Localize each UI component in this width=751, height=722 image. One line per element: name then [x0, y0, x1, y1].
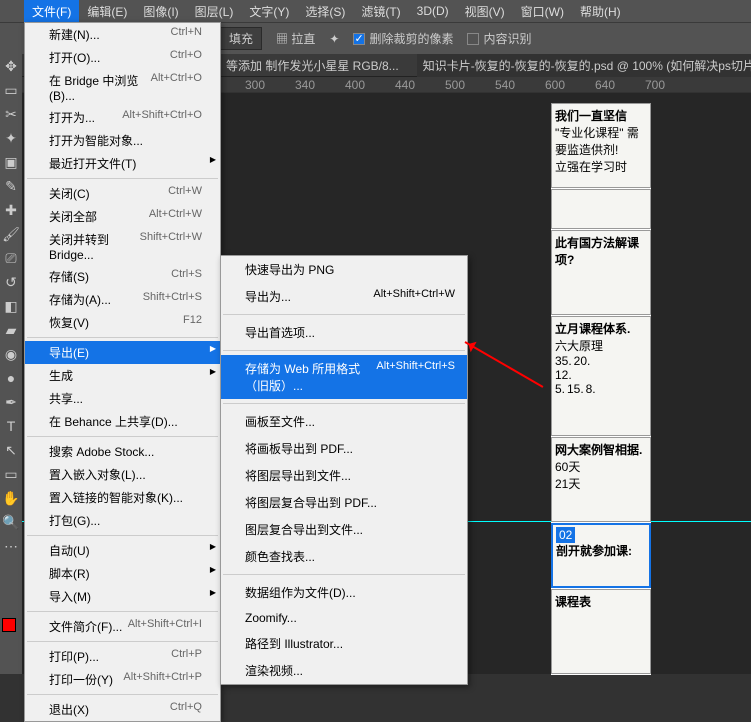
menu-image[interactable]: 图像(I)	[135, 0, 186, 23]
crop-tool-icon[interactable]: ▣	[0, 150, 22, 174]
menu-item[interactable]: 新建(N)...Ctrl+N	[25, 23, 220, 46]
menu-3d[interactable]: 3D(D)	[409, 1, 457, 21]
pen-tool-icon[interactable]: ✒	[0, 390, 22, 414]
tab-1[interactable]: 等添加 制作发光小星星 RGB/8...	[220, 54, 405, 77]
fill-button[interactable]: 填充	[220, 27, 262, 50]
slice-7[interactable]: 课程表	[551, 589, 651, 674]
eyedropper-tool-icon[interactable]: ✎	[0, 174, 22, 198]
menu-item[interactable]: 打开为智能对象...	[25, 129, 220, 152]
slice-3[interactable]: 此有国方法解课项?	[551, 230, 651, 315]
menu-item[interactable]: 置入链接的智能对象(K)...	[25, 486, 220, 509]
move-tool-icon[interactable]: ✥	[0, 54, 22, 78]
wand-tool-icon[interactable]: ✦	[0, 126, 22, 150]
submenu-item[interactable]: 画板至文件...	[221, 408, 467, 435]
menu-item[interactable]: 在 Bridge 中浏览(B)...Alt+Ctrl+O	[25, 69, 220, 106]
menu-help[interactable]: 帮助(H)	[572, 0, 629, 23]
menu-item[interactable]: 最近打开文件(T)	[25, 152, 220, 175]
menu-window[interactable]: 窗口(W)	[513, 0, 572, 23]
menu-item[interactable]: 共享...	[25, 387, 220, 410]
tools-panel: ✥ ▭ ✂ ✦ ▣ ✎ ✚ 🖌 ⎚ ↺ ◧ ▰ ◉ ● ✒ T ↖ ▭ ✋ 🔍 …	[0, 54, 22, 674]
slice-6[interactable]: 02 剖开就参加课:	[551, 523, 651, 588]
content-aware-checkbox[interactable]: 内容识别	[467, 30, 531, 47]
menu-filter[interactable]: 滤镜(T)	[353, 0, 408, 23]
eraser-tool-icon[interactable]: ◧	[0, 294, 22, 318]
history-brush-icon[interactable]: ↺	[0, 270, 22, 294]
submenu-item[interactable]: 颜色查找表...	[221, 543, 467, 570]
submenu-item[interactable]: 路径到 Illustrator...	[221, 630, 467, 657]
hand-tool-icon[interactable]: ✋	[0, 486, 22, 510]
tab-2[interactable]: 知识卡片-恢复的-恢复的-恢复的.psd @ 100% (如何解决ps切片完成以…	[417, 54, 751, 77]
menu-item[interactable]: 退出(X)Ctrl+Q	[25, 698, 220, 721]
menu-item[interactable]: 自动(U)	[25, 539, 220, 562]
submenu-item[interactable]: 存储为 Web 所用格式（旧版）...Alt+Shift+Ctrl+S	[221, 355, 467, 399]
grid-icon[interactable]: ▦ 拉直	[276, 30, 315, 47]
menu-item[interactable]: 存储为(A)...Shift+Ctrl+S	[25, 288, 220, 311]
delete-cropped-checkbox[interactable]: 删除裁剪的像素	[353, 30, 453, 47]
menu-item[interactable]: 打印一份(Y)Alt+Shift+Ctrl+P	[25, 668, 220, 691]
menu-item[interactable]: 脚本(R)	[25, 562, 220, 585]
submenu-item[interactable]: 快速导出为 PNG	[221, 256, 467, 283]
submenu-item[interactable]: 将图层复合导出到 PDF...	[221, 489, 467, 516]
submenu-item[interactable]: 导出为...Alt+Shift+Ctrl+W	[221, 283, 467, 310]
menu-item[interactable]: 导出(E)	[25, 341, 220, 364]
slice-2[interactable]	[551, 189, 651, 229]
path-tool-icon[interactable]: ↖	[0, 438, 22, 462]
menu-item[interactable]: 打包(G)...	[25, 509, 220, 532]
menu-select[interactable]: 选择(S)	[297, 0, 353, 23]
menu-edit[interactable]: 编辑(E)	[79, 0, 135, 23]
submenu-item[interactable]: 导出首选项...	[221, 319, 467, 346]
stamp-tool-icon[interactable]: ⎚	[0, 246, 22, 270]
menubar: 文件(F) 编辑(E) 图像(I) 图层(L) 文字(Y) 选择(S) 滤镜(T…	[0, 0, 751, 22]
menu-item[interactable]: 关闭并转到 Bridge...Shift+Ctrl+W	[25, 228, 220, 265]
healing-tool-icon[interactable]: ✚	[0, 198, 22, 222]
submenu-item[interactable]: 将图层导出到文件...	[221, 462, 467, 489]
menu-item[interactable]: 导入(M)	[25, 585, 220, 608]
settings-icon[interactable]: ✦	[329, 32, 339, 46]
menu-item[interactable]: 恢复(V)F12	[25, 311, 220, 334]
menu-item[interactable]: 搜索 Adobe Stock...	[25, 440, 220, 463]
menu-type[interactable]: 文字(Y)	[241, 0, 297, 23]
menu-item[interactable]: 打印(P)...Ctrl+P	[25, 645, 220, 668]
menu-layer[interactable]: 图层(L)	[187, 0, 242, 23]
gradient-tool-icon[interactable]: ▰	[0, 318, 22, 342]
lasso-tool-icon[interactable]: ✂	[0, 102, 22, 126]
blur-tool-icon[interactable]: ◉	[0, 342, 22, 366]
menu-item[interactable]: 置入嵌入对象(L)...	[25, 463, 220, 486]
document-preview: 我们一直坚信 "专业化课程" 需要监造供剂! 立强在学习时 此有国方法解课项? …	[551, 103, 651, 675]
submenu-item[interactable]: 将画板导出到 PDF...	[221, 435, 467, 462]
menu-item[interactable]: 在 Behance 上共享(D)...	[25, 410, 220, 433]
slice-5[interactable]: 网大案例智相据. 60天 21天	[551, 437, 651, 522]
export-submenu: 快速导出为 PNG导出为...Alt+Shift+Ctrl+W 导出首选项... 存…	[220, 255, 468, 685]
submenu-item[interactable]: 数据组作为文件(D)...	[221, 579, 467, 606]
dodge-tool-icon[interactable]: ●	[0, 366, 22, 390]
color-swatch[interactable]	[0, 616, 22, 634]
zoom-tool-icon[interactable]: 🔍	[0, 510, 22, 534]
menu-item[interactable]: 打开(O)...Ctrl+O	[25, 46, 220, 69]
menu-item[interactable]: 文件简介(F)...Alt+Shift+Ctrl+I	[25, 615, 220, 638]
file-menu: 新建(N)...Ctrl+N打开(O)...Ctrl+O在 Bridge 中浏览…	[24, 22, 221, 722]
menu-item[interactable]: 关闭全部Alt+Ctrl+W	[25, 205, 220, 228]
marquee-tool-icon[interactable]: ▭	[0, 78, 22, 102]
submenu-item[interactable]: 渲染视频...	[221, 657, 467, 684]
slice-1[interactable]: 我们一直坚信 "专业化课程" 需要监造供剂! 立强在学习时	[551, 103, 651, 188]
submenu-item[interactable]: 图层复合导出到文件...	[221, 516, 467, 543]
menu-item[interactable]: 存储(S)Ctrl+S	[25, 265, 220, 288]
type-tool-icon[interactable]: T	[0, 414, 22, 438]
submenu-item[interactable]: Zoomify...	[221, 606, 467, 630]
menu-file[interactable]: 文件(F)	[24, 0, 79, 23]
menu-item[interactable]: 打开为...Alt+Shift+Ctrl+O	[25, 106, 220, 129]
menu-item[interactable]: 关闭(C)Ctrl+W	[25, 182, 220, 205]
edit-toolbar-icon[interactable]: ⋯	[0, 534, 22, 558]
menu-view[interactable]: 视图(V)	[457, 0, 513, 23]
slice-4[interactable]: 立月课程体系. 六大原理 35. 20. 12. 5. 15. 8.	[551, 316, 651, 436]
brush-tool-icon[interactable]: 🖌	[0, 222, 22, 246]
shape-tool-icon[interactable]: ▭	[0, 462, 22, 486]
menu-item[interactable]: 生成	[25, 364, 220, 387]
